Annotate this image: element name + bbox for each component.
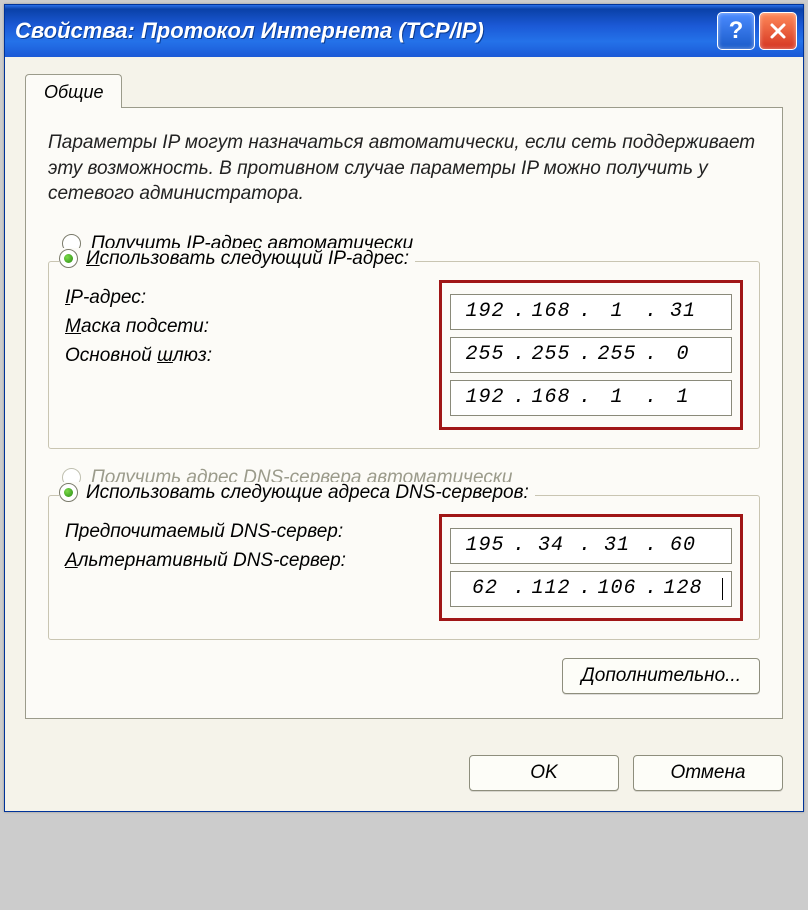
ip-address-label: IP-адрес:	[65, 287, 146, 309]
advanced-button[interactable]: Дополнительно...	[562, 658, 760, 694]
ip-fieldset: Использовать следующий IP-адрес: IP-адре…	[48, 261, 760, 449]
dns-highlight-box: 195. 34. 31. 60 62. 112. 106. 12	[439, 514, 743, 621]
close-icon	[769, 22, 787, 40]
dns-fieldset: Использовать следующие адреса DNS-сервер…	[48, 495, 760, 640]
subnet-mask-input[interactable]: 255. 255. 255. 0	[450, 337, 732, 373]
dialog-buttons: OK Отмена	[5, 739, 803, 811]
radio-ip-manual-label: Использовать следующий IP-адрес:	[86, 248, 409, 270]
ip-address-input[interactable]: 192. 168. 1. 31	[450, 294, 732, 330]
radio-dns-manual-label: Использовать следующие адреса DNS-сервер…	[86, 482, 529, 504]
close-button[interactable]	[759, 12, 797, 50]
description-text: Параметры IP могут назначаться автоматич…	[48, 130, 760, 207]
gateway-input[interactable]: 192. 168. 1. 1	[450, 380, 732, 416]
cancel-button[interactable]: Отмена	[633, 755, 783, 791]
radio-icon[interactable]	[59, 483, 78, 502]
alternate-dns-label: Альтернативный DNS-сервер:	[65, 550, 346, 572]
titlebar[interactable]: Свойства: Протокол Интернета (TCP/IP) ?	[5, 5, 803, 57]
help-button[interactable]: ?	[717, 12, 755, 50]
subnet-mask-label: Маска подсети:	[65, 316, 209, 338]
radio-icon[interactable]	[59, 249, 78, 268]
gateway-label: Основной шлюз:	[65, 345, 212, 367]
radio-dns-manual[interactable]: Использовать следующие адреса DNS-сервер…	[59, 482, 535, 504]
preferred-dns-label: Предпочитаемый DNS-сервер:	[65, 521, 343, 543]
tab-general[interactable]: Общие	[25, 74, 122, 108]
client-area: Общие Параметры IP могут назначаться авт…	[5, 57, 803, 739]
ok-button[interactable]: OK	[469, 755, 619, 791]
preferred-dns-input[interactable]: 195. 34. 31. 60	[450, 528, 732, 564]
radio-ip-manual[interactable]: Использовать следующий IP-адрес:	[59, 248, 415, 270]
tab-panel-general: Параметры IP могут назначаться автоматич…	[25, 107, 783, 719]
window-title: Свойства: Протокол Интернета (TCP/IP)	[15, 18, 717, 44]
alternate-dns-input[interactable]: 62. 112. 106. 128	[450, 571, 732, 607]
dialog-window: Свойства: Протокол Интернета (TCP/IP) ? …	[4, 4, 804, 812]
ip-highlight-box: 192. 168. 1. 31 255. 255. 255. 0	[439, 280, 743, 430]
text-cursor	[722, 578, 723, 600]
